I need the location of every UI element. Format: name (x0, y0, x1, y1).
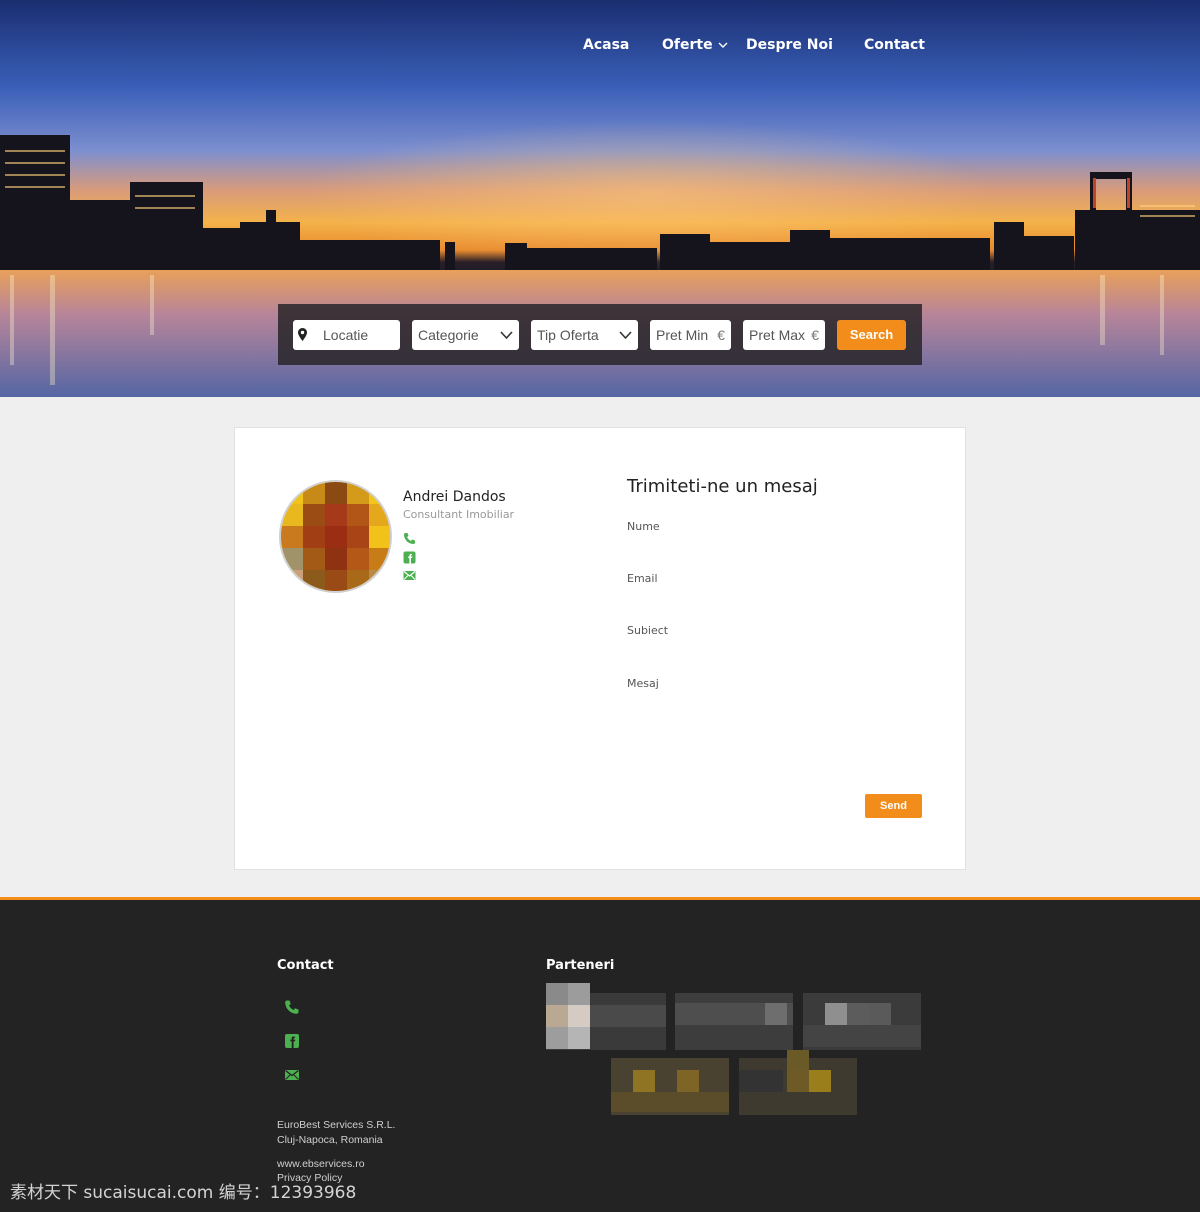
search-bar: Locatie Categorie Tip Oferta Pret Min € … (278, 304, 922, 365)
phone-icon[interactable] (284, 999, 300, 1015)
company-city: Cluj-Napoca, Romania (277, 1134, 383, 1146)
price-max-input[interactable]: Pret Max € (743, 320, 825, 350)
category-select[interactable]: Categorie (412, 320, 519, 350)
hero-banner: Acasa Oferte Despre Noi Contact Locatie … (0, 0, 1200, 397)
euro-icon: € (717, 327, 725, 343)
nav-oferte-label: Oferte (662, 37, 713, 53)
chevron-down-icon (718, 42, 728, 48)
partner-logo[interactable] (803, 983, 921, 1050)
nav-contact[interactable]: Contact (864, 37, 925, 53)
avatar-image (281, 482, 390, 591)
chevron-down-icon (619, 331, 632, 340)
footer-contact-heading: Contact (277, 958, 334, 973)
category-value: Categorie (418, 327, 479, 343)
avatar (279, 480, 392, 593)
facebook-icon[interactable] (284, 1033, 300, 1049)
website-link[interactable]: www.ebservices.ro (277, 1158, 365, 1170)
send-button[interactable]: Send (865, 794, 922, 818)
price-min-input[interactable]: Pret Min € (650, 320, 731, 350)
form-title: Trimiteti-ne un mesaj (627, 476, 818, 497)
partner-logo[interactable] (611, 1050, 729, 1115)
chevron-down-icon (500, 331, 513, 340)
price-max-placeholder: Pret Max (749, 327, 806, 343)
name-field[interactable]: Nume (627, 520, 660, 533)
euro-icon: € (811, 327, 819, 343)
location-placeholder: Locatie (323, 327, 369, 343)
location-input[interactable]: Locatie (293, 320, 400, 350)
price-min-placeholder: Pret Min (656, 327, 709, 343)
message-field[interactable]: Mesaj (627, 677, 659, 690)
partner-logo[interactable] (675, 993, 793, 1050)
mail-icon[interactable] (403, 569, 416, 582)
offer-type-value: Tip Oferta (537, 327, 599, 343)
footer: Contact Parteneri EuroBest Services S.R.… (0, 897, 1200, 1212)
company-name: EuroBest Services S.R.L. (277, 1119, 396, 1131)
phone-icon[interactable] (403, 532, 416, 545)
footer-partners-heading: Parteneri (546, 958, 615, 973)
nav-despre-noi[interactable]: Despre Noi (746, 37, 833, 53)
partner-logo[interactable] (739, 1050, 857, 1115)
email-field[interactable]: Email (627, 572, 658, 585)
search-button[interactable]: Search (837, 320, 906, 350)
mail-icon[interactable] (284, 1067, 300, 1083)
nav-oferte[interactable]: Oferte (662, 37, 728, 53)
agent-name: Andrei Dandos (403, 489, 506, 505)
nav-acasa[interactable]: Acasa (583, 37, 629, 53)
agent-role: Consultant Imobiliar (403, 508, 515, 521)
contact-card: Andrei Dandos Consultant Imobiliar Trimi… (234, 427, 966, 870)
offer-type-select[interactable]: Tip Oferta (531, 320, 638, 350)
subject-field[interactable]: Subiect (627, 624, 668, 637)
partner-logo[interactable] (546, 983, 666, 1050)
watermark-text: 素材天下 sucaisucai.com 编号：12393968 (10, 1183, 357, 1203)
map-pin-icon (298, 328, 307, 341)
facebook-icon[interactable] (403, 551, 416, 564)
